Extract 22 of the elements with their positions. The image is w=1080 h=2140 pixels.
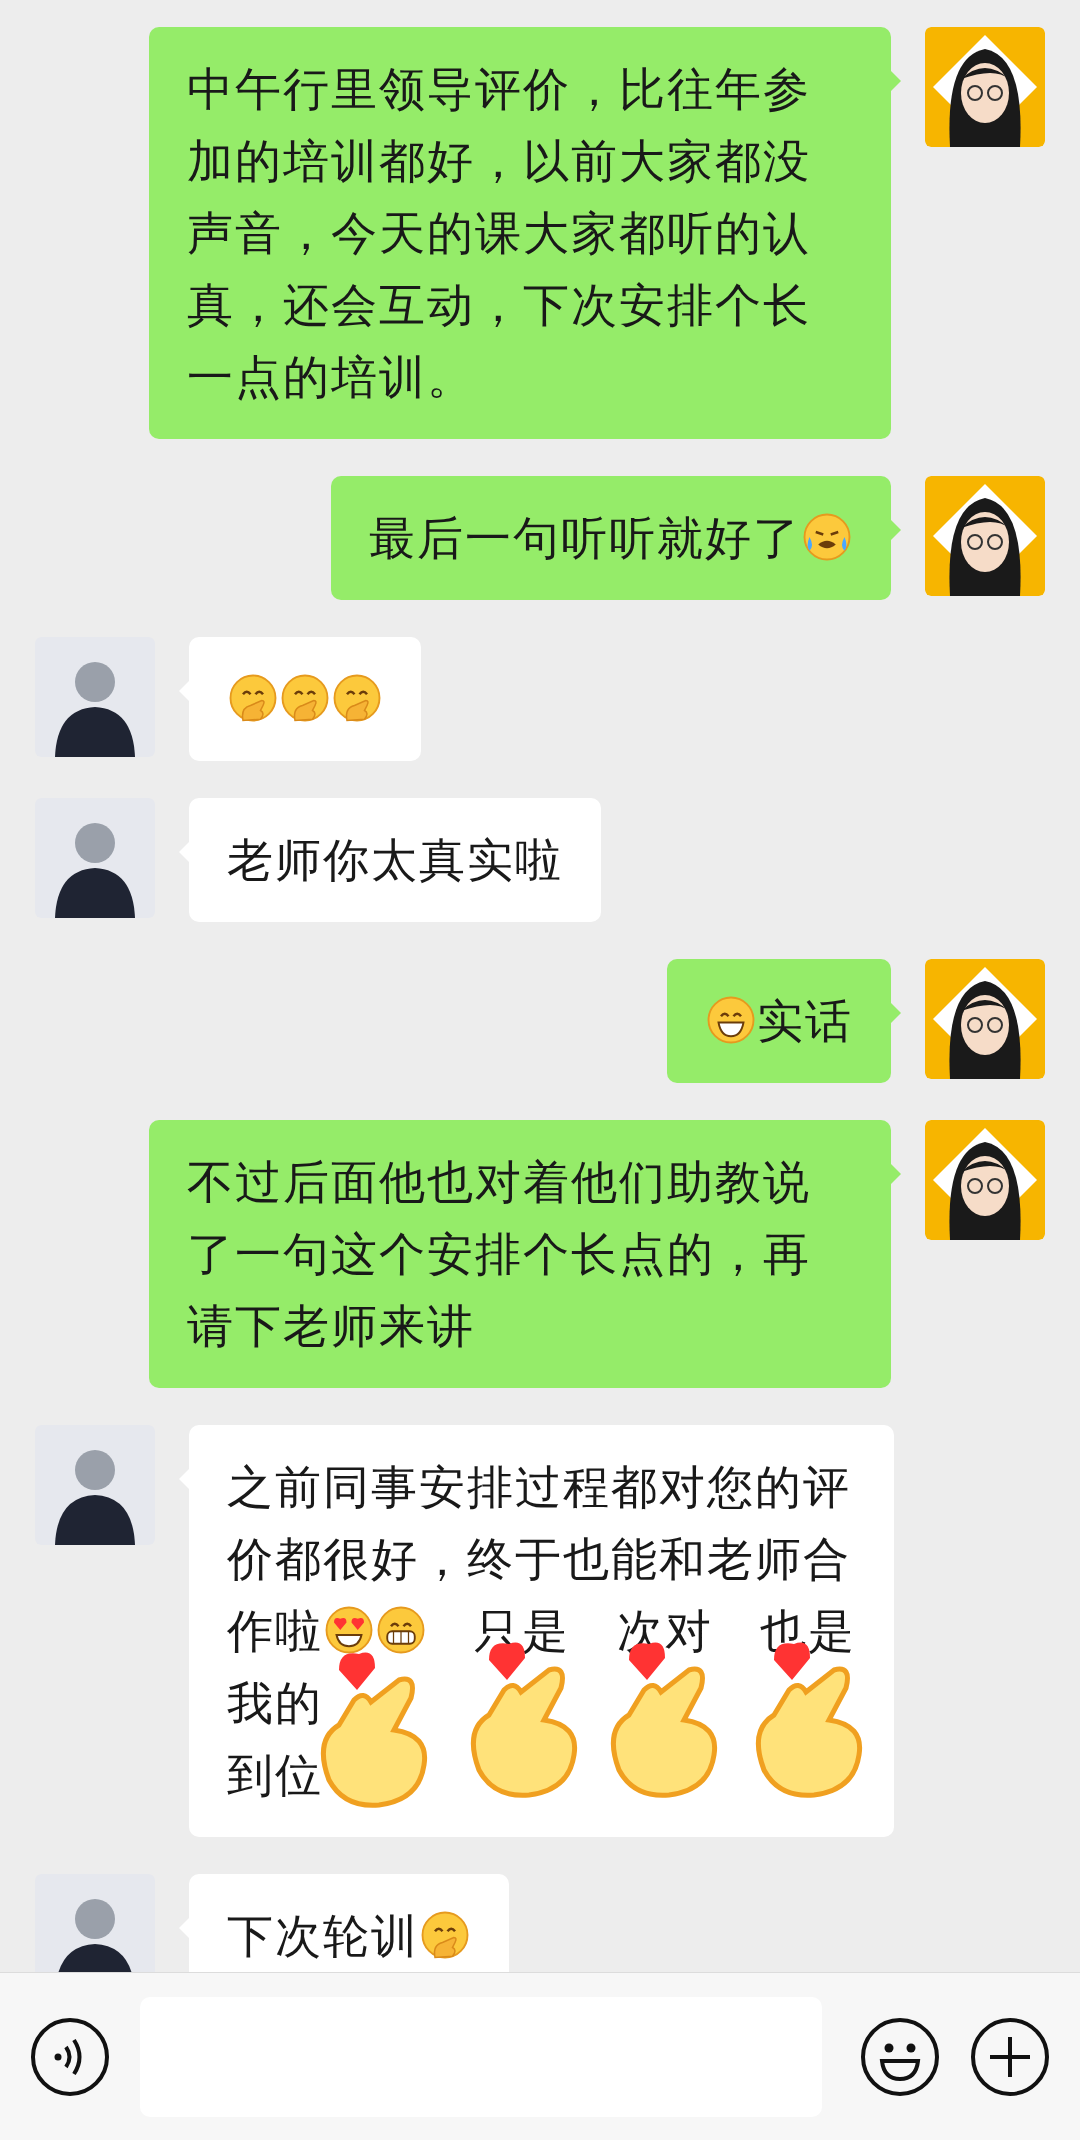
grinning-face-icon	[706, 995, 756, 1045]
message-text: 作啦	[227, 1604, 323, 1658]
message-text: 不过后面他也对着他们助教说了一句这个安排个长点的，再请下老师来讲	[187, 1155, 811, 1353]
message-text: 之前同事安排过程都对您的评	[227, 1460, 851, 1514]
message-text: 价都很好，终于也能和老师合	[227, 1532, 851, 1586]
message-text: 下次轮训	[227, 1909, 419, 1963]
hand-over-mouth-face-icon	[228, 673, 278, 723]
message-text: 到位	[227, 1748, 323, 1802]
message-text: 中午行里领导评价，比往年参加的培训都好，以前大家都没声音，今天的课大家都听的认真，还会互动，下次安排个长一点的培训。	[187, 62, 811, 404]
message-text: 我的	[227, 1676, 323, 1730]
hand-over-mouth-face-icon	[420, 1910, 470, 1960]
message-text: 最后一句听听就好了	[369, 511, 801, 565]
message-text: 老师你太真实啦	[227, 833, 563, 887]
voice-icon[interactable]	[30, 2016, 110, 2097]
hand-over-mouth-face-icon	[332, 673, 382, 723]
crying-face-icon	[802, 512, 852, 562]
message-text: 实话	[757, 994, 853, 1048]
heart-eyes-face-icon	[324, 1605, 374, 1655]
plus-icon[interactable]	[970, 2016, 1050, 2097]
emoji-icon[interactable]	[860, 2016, 940, 2097]
hand-over-mouth-face-icon	[280, 673, 330, 723]
grinning-face-icon	[376, 1605, 426, 1655]
